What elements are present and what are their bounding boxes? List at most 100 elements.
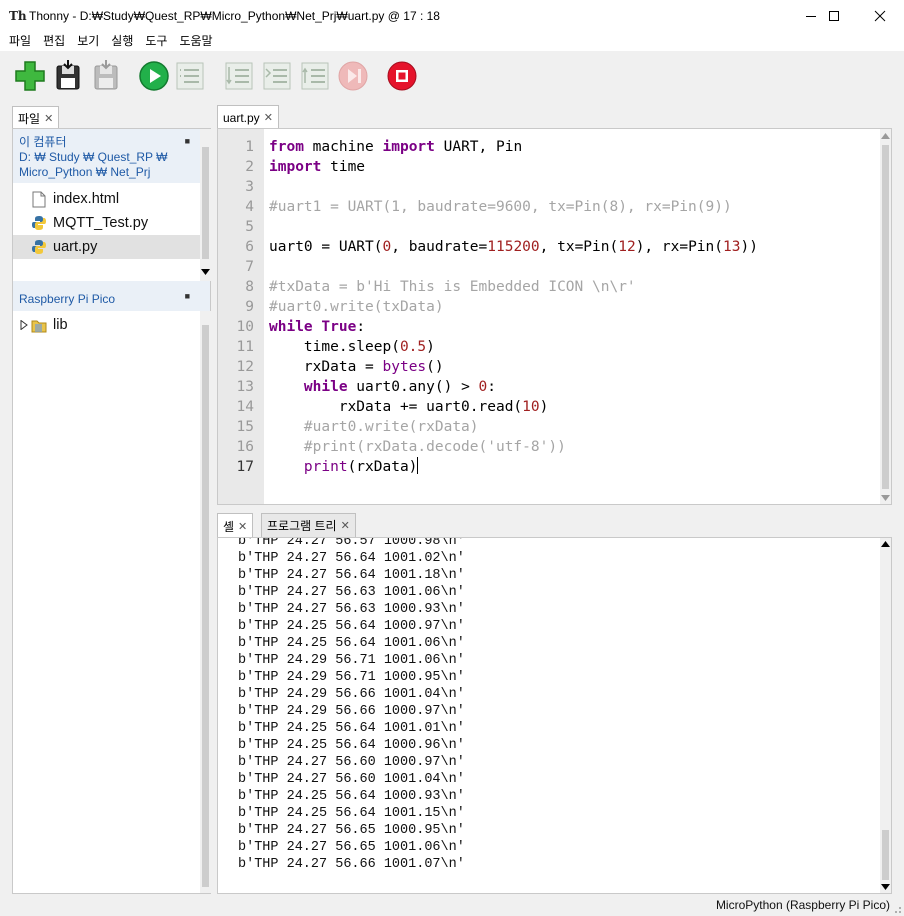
maximize-button[interactable]: [811, 0, 857, 31]
shell-output-line: b'THP 24.25 56.64 1000.97\n': [238, 619, 465, 634]
shell-tab-label: 셸: [223, 519, 235, 534]
menu-bar: 파일 편집 보기 실행 도구 도움말: [0, 31, 904, 51]
device-row-lib[interactable]: lib: [13, 313, 201, 337]
line-number: 2: [245, 159, 254, 175]
scrollbar-thumb[interactable]: [882, 830, 889, 880]
code-line-12[interactable]: rxData = bytes(): [269, 357, 444, 377]
menu-tools[interactable]: 도구: [139, 31, 173, 51]
path-line-2[interactable]: Micro_Python ₩ Net_Prj: [19, 165, 210, 180]
editor-scrollbar[interactable]: [880, 129, 891, 504]
menu-edit[interactable]: 편집: [37, 31, 71, 51]
code-line-10[interactable]: while True:: [269, 317, 365, 337]
status-bar: MicroPython (Raspberry Pi Pico): [0, 896, 904, 916]
tab-program-tree[interactable]: 프로그램 트리 ✕: [261, 513, 356, 537]
code-line-14[interactable]: rxData += uart0.read(10): [269, 397, 549, 417]
path-line-1[interactable]: D: ₩ Study ₩ Quest_RP ₩: [19, 150, 210, 165]
debug-button[interactable]: [173, 59, 207, 93]
code-line-8[interactable]: #txData = b'Hi This is Embedded ICON \n\…: [269, 277, 636, 297]
step-over-button[interactable]: [222, 59, 256, 93]
code-line-13[interactable]: while uart0.any() > 0:: [269, 377, 496, 397]
menu-file[interactable]: 파일: [3, 31, 37, 51]
close-window-button[interactable]: [857, 0, 903, 31]
shell-output-line: b'THP 24.25 56.64 1000.96\n': [238, 738, 465, 753]
interpreter-status[interactable]: MicroPython (Raspberry Pi Pico): [716, 898, 890, 912]
code-line-17[interactable]: print(rxData): [269, 457, 419, 477]
run-icon: [139, 61, 169, 91]
code-line-4[interactable]: #uart1 = UART(1, baudrate=9600, tx=Pin(8…: [269, 197, 732, 217]
device-header: Raspberry Pi Pico ■: [13, 281, 210, 311]
code-line-2[interactable]: import time: [269, 157, 365, 177]
step-out-button[interactable]: [298, 59, 332, 93]
shell-output-line: b'THP 24.29 56.66 1001.04\n': [238, 687, 465, 702]
panel-menu-icon[interactable]: ■: [185, 291, 190, 301]
shell-panel[interactable]: b'THP 24.27 56.57 1000.98\n' b'THP 24.27…: [217, 537, 892, 894]
editor-tab-label: uart.py: [223, 110, 260, 125]
line-number: 10: [236, 319, 254, 335]
window-title: Thonny - D:₩Study₩Quest_RP₩Micro_Python₩…: [29, 8, 440, 23]
scrollbar-thumb[interactable]: [882, 145, 889, 489]
device-label: Raspberry Pi Pico: [19, 292, 116, 306]
shell-scrollbar[interactable]: [880, 538, 891, 893]
save-button[interactable]: [89, 59, 123, 93]
line-number: 8: [245, 279, 254, 295]
scroll-down-icon: [201, 269, 210, 275]
close-tab-icon[interactable]: ✕: [264, 111, 273, 124]
line-number: 5: [245, 219, 254, 235]
step-into-button[interactable]: [260, 59, 294, 93]
resume-button[interactable]: [336, 59, 370, 93]
open-file-button[interactable]: [51, 59, 85, 93]
tab-shell[interactable]: 셸 ✕: [217, 513, 254, 538]
new-file-button[interactable]: [13, 59, 47, 93]
shell-output-line: b'THP 24.25 56.64 1001.15\n': [238, 806, 465, 821]
menu-help[interactable]: 도움말: [173, 31, 218, 51]
shell-output-line: b'THP 24.27 56.65 1000.95\n': [238, 823, 465, 838]
debug-icon: [176, 62, 204, 90]
scrollbar-thumb[interactable]: [202, 147, 209, 259]
stop-button[interactable]: [385, 59, 419, 93]
title-bar: Th Thonny - D:₩Study₩Quest_RP₩Micro_Pyth…: [0, 0, 904, 31]
files-panel: 이 컴퓨터 D: ₩ Study ₩ Quest_RP ₩ Micro_Pyth…: [12, 128, 211, 894]
local-files-scrollbar[interactable]: [200, 129, 211, 281]
step-over-icon: [225, 62, 253, 90]
file-row-uart-py[interactable]: uart.py: [13, 235, 201, 259]
code-line-9[interactable]: #uart0.write(txData): [269, 297, 444, 317]
thonny-logo-icon: Th: [9, 8, 27, 23]
line-number: 1: [245, 139, 254, 155]
shell-output-line: b'THP 24.27 56.60 1001.04\n': [238, 772, 465, 787]
code-line-6[interactable]: uart0 = UART(0, baudrate=115200, tx=Pin(…: [269, 237, 758, 257]
shell-output-line: b'THP 24.27 56.63 1001.06\n': [238, 585, 465, 600]
file-row-index-html[interactable]: index.html: [13, 187, 201, 211]
panel-menu-icon[interactable]: ■: [185, 136, 190, 146]
file-row-mqtt-test[interactable]: MQTT_Test.py: [13, 211, 201, 235]
code-line-16[interactable]: #print(rxData.decode('utf-8')): [269, 437, 566, 457]
run-button[interactable]: [137, 59, 171, 93]
code-line-11[interactable]: time.sleep(0.5): [269, 337, 435, 357]
scrollbar-thumb[interactable]: [202, 325, 209, 887]
step-into-icon: [263, 62, 291, 90]
device-files-scrollbar[interactable]: [200, 311, 211, 893]
program-tree-tab-label: 프로그램 트리: [267, 519, 337, 533]
close-tab-icon[interactable]: ✕: [44, 112, 53, 125]
python-file-icon: [31, 238, 47, 256]
folder-icon: [31, 316, 47, 334]
close-tab-icon[interactable]: ✕: [341, 519, 350, 532]
code-line-1[interactable]: from machine import UART, Pin: [269, 137, 522, 157]
expand-arrow-icon: [20, 320, 28, 330]
shell-output-line: b'THP 24.29 56.71 1000.95\n': [238, 670, 465, 685]
menu-view[interactable]: 보기: [71, 31, 105, 51]
close-tab-icon[interactable]: ✕: [238, 520, 247, 533]
text-cursor: [417, 457, 419, 474]
toolbar: [0, 51, 904, 101]
shell-output-line: b'THP 24.29 56.71 1001.06\n': [238, 653, 465, 668]
tab-uart-py[interactable]: uart.py ✕: [217, 105, 279, 129]
resize-grip-icon[interactable]: [892, 904, 902, 914]
file-name: uart.py: [53, 239, 98, 255]
file-name: index.html: [53, 191, 120, 207]
tab-files-label: 파일: [18, 111, 41, 126]
code-editor[interactable]: 1 2 3 4 5 6 7 8 9 10 11 12 13 14 15 16 1…: [217, 128, 892, 505]
scroll-down-icon: [881, 884, 890, 890]
menu-run[interactable]: 실행: [105, 31, 139, 51]
tab-files[interactable]: 파일 ✕: [12, 106, 60, 129]
code-line-15[interactable]: #uart0.write(rxData): [269, 417, 479, 437]
line-number: 13: [236, 379, 254, 395]
